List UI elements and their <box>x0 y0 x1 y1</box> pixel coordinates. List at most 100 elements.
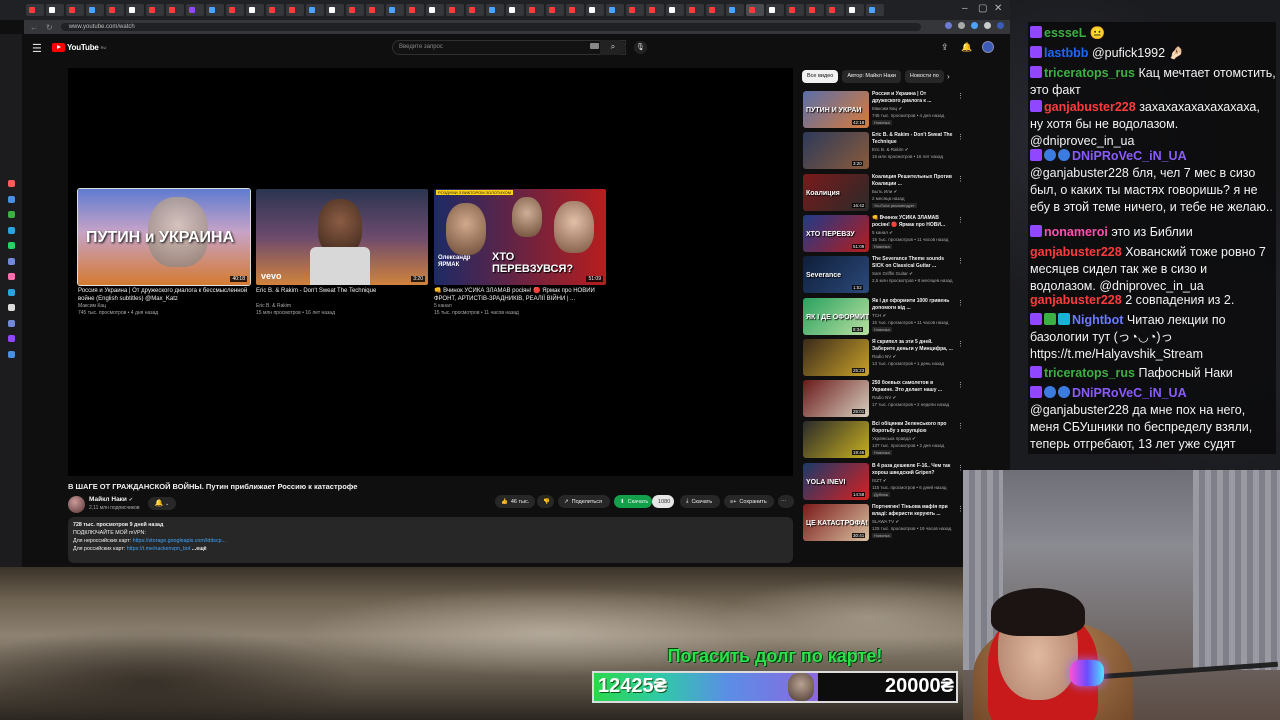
browser-tab[interactable] <box>146 4 164 16</box>
browser-tab[interactable] <box>626 4 644 16</box>
channel-avatar[interactable] <box>68 496 85 513</box>
more-options-icon[interactable]: ⋮ <box>957 175 964 183</box>
related-video-item[interactable]: 3:20 Eric B. & Rakim - Don't Sweat The Te… <box>803 132 965 172</box>
related-title[interactable]: Всі обіцянки Зеленського про боротьбу з … <box>872 421 954 435</box>
download-quality-button[interactable]: 1080 <box>652 495 674 508</box>
chip-author[interactable]: Автор: Майкл Наки <box>842 70 901 83</box>
extension-icon[interactable] <box>958 22 965 29</box>
related-title[interactable]: Коалиция Решительных Против Коалиции ... <box>872 174 954 188</box>
chat-username[interactable]: ganjabuster228 <box>1030 293 1122 307</box>
menu-icon[interactable]: ☰ <box>32 42 42 55</box>
chat-username[interactable]: lastbbb <box>1044 46 1088 60</box>
endscreen-thumbnail[interactable]: РОЗДУМИ З ВИКТОРОМ ЗОЛОТИХОМ Олександр Я… <box>434 189 606 285</box>
browser-tab[interactable] <box>426 4 444 16</box>
related-channel[interactable]: ISZT ✔ <box>872 478 962 484</box>
browser-tab[interactable] <box>26 4 44 16</box>
browser-tab[interactable] <box>786 4 804 16</box>
browser-tab[interactable] <box>506 4 524 16</box>
dock-app-icon[interactable] <box>8 226 15 234</box>
related-video-item[interactable]: ПУТИН И УКРАИ 42:18 Россия и Украина | От … <box>803 91 965 131</box>
dock-app-icon[interactable] <box>8 273 15 280</box>
browser-tab[interactable] <box>346 4 364 16</box>
dock-app-icon[interactable] <box>8 257 15 265</box>
endscreen-title[interactable]: 👊 Вчинок УСИКА ЗЛАМАВ росіян! 🔴 Ярмак пр… <box>434 287 606 303</box>
related-title[interactable]: Портнягин! Тіньова мафія при владі: афер… <box>872 504 954 518</box>
profile-icon[interactable] <box>997 22 1004 29</box>
related-video-item[interactable]: ЯК І ДЕ ОФОРМИТИ 1000 ГРИВЕНЬ 8:34 Як і де… <box>803 297 965 338</box>
browser-tab[interactable] <box>186 4 204 16</box>
download-button[interactable]: ⤓ Скачать <box>680 495 720 508</box>
browser-tab[interactable] <box>206 4 224 16</box>
youtube-logo[interactable]: YouTube RU <box>52 43 106 52</box>
more-options-icon[interactable]: ⋮ <box>957 216 964 224</box>
account-avatar[interactable] <box>982 41 994 53</box>
voice-search-button[interactable]: 🎙 <box>634 41 647 54</box>
chat-username[interactable]: triceratops_rus <box>1044 366 1135 380</box>
related-video-item[interactable]: ХТО ПЕРЕВЗУ 51:09 👊 Вчинок УСИКА ЗЛАМАВ ро… <box>803 214 965 255</box>
dock-app-icon[interactable] <box>8 350 15 358</box>
browser-tab[interactable] <box>366 4 384 16</box>
description-box[interactable]: 728 тыс. просмотров 9 дней назад ПОДКЛЮЧ… <box>68 517 793 563</box>
endscreen-title[interactable]: Россия и Украина | От дружеского диалога… <box>78 287 250 303</box>
browser-tab[interactable] <box>586 4 604 16</box>
chat-username[interactable]: triceratops_rus <box>1044 66 1135 80</box>
upload-icon[interactable]: ⇪ <box>941 42 949 53</box>
browser-tab[interactable] <box>466 4 484 16</box>
related-video-item[interactable]: ЦЕ КАТАСТРОФА! 30:41 Портнягин! Тіньова ма… <box>803 504 965 544</box>
chat-username[interactable]: DNiPRoVeC_iN_UA <box>1072 149 1187 163</box>
related-video-item[interactable]: Коалиция 16:42 Коалиция Решительных Против… <box>803 173 965 214</box>
chat-username[interactable]: Nightbot <box>1072 313 1123 327</box>
browser-tab[interactable] <box>266 4 284 16</box>
chat-username[interactable]: ganjabuster228 <box>1044 100 1136 114</box>
browser-tab[interactable] <box>646 4 664 16</box>
browser-tab[interactable] <box>606 4 624 16</box>
minimize-icon[interactable]: – <box>962 3 968 14</box>
dock-app-icon[interactable] <box>8 335 15 342</box>
url-field[interactable]: www.youtube.com/watch <box>60 23 921 31</box>
related-title[interactable]: 👊 Вчинок УСИКА ЗЛАМАВ росіян! 🔴 Ярмак пр… <box>872 215 954 229</box>
more-options-icon[interactable]: ⋮ <box>957 381 964 389</box>
more-options-icon[interactable]: ⋮ <box>957 133 964 141</box>
related-channel[interactable]: Radio NV ✔ <box>872 395 962 401</box>
more-options-icon[interactable]: ⋮ <box>957 340 964 348</box>
browser-tab[interactable] <box>86 4 104 16</box>
extension-icon[interactable] <box>984 22 991 29</box>
endscreen-video-3[interactable]: РОЗДУМИ З ВИКТОРОМ ЗОЛОТИХОМ Олександр Я… <box>434 189 606 317</box>
chat-username[interactable]: DNiPRoVeC_iN_UA <box>1072 386 1187 400</box>
browser-tab[interactable] <box>766 4 784 16</box>
related-channel[interactable]: SLAWA TV ✔ <box>872 519 962 525</box>
browser-tab[interactable] <box>826 4 844 16</box>
endscreen-video-2[interactable]: vevo 3:20 Eric B. & Rakim - Don't Sweat … <box>256 189 428 317</box>
notifications-icon[interactable]: 🔔 <box>961 42 972 53</box>
download-button-green[interactable]: ⬇ Скачать <box>614 495 652 508</box>
related-title[interactable]: Як і де оформити 1000 гривень допомоги в… <box>872 298 954 312</box>
browser-tab[interactable] <box>226 4 244 16</box>
browser-tab[interactable] <box>546 4 564 16</box>
browser-tab[interactable] <box>406 4 424 16</box>
dock-app-icon[interactable] <box>8 242 15 249</box>
related-video-item[interactable]: YOLA INEVI 14:58 В 4 раза дешевле F-16.. Ч… <box>803 462 965 503</box>
related-title[interactable]: 250 боевых самолетов в Украине. Это дела… <box>872 380 954 394</box>
browser-tab[interactable] <box>306 4 324 16</box>
dock-app-icon[interactable] <box>8 180 15 187</box>
browser-tab[interactable] <box>866 4 884 16</box>
more-options-icon[interactable]: ⋮ <box>957 92 964 100</box>
related-video-item[interactable]: 25:01 250 боевых самолетов в Украине. Это… <box>803 380 965 420</box>
browser-tab[interactable] <box>746 4 764 16</box>
related-channel[interactable]: ТСН ✔ <box>872 313 962 319</box>
save-button[interactable]: ≡+ Сохранить <box>724 495 774 508</box>
description-link[interactable]: https://t.me/nackenvpn_bot <box>127 546 191 552</box>
chip-news[interactable]: Новости по <box>904 70 944 83</box>
related-channel[interactable]: 5 канал ✔ <box>872 230 962 236</box>
related-channel[interactable]: Українська правда ✔ <box>872 436 962 442</box>
related-title[interactable]: Я скрипел за эти 5 дней. Заберите деньги… <box>872 339 954 353</box>
description-link[interactable]: https://storage.googleapis.com/lddscp... <box>133 538 226 544</box>
extension-icon[interactable] <box>971 22 978 29</box>
video-player[interactable]: ПУТИН и УКРАИНА 40:18 Россия и Украина |… <box>68 68 793 476</box>
endscreen-title[interactable]: Eric B. & Rakim - Don't Sweat The Techni… <box>256 287 428 303</box>
browser-tab[interactable] <box>46 4 64 16</box>
dock-app-icon[interactable] <box>8 195 15 203</box>
endscreen-thumbnail[interactable]: vevo 3:20 <box>256 189 428 285</box>
chat-username[interactable]: nonameroi <box>1044 225 1108 239</box>
related-channel[interactable]: Sam Griffin Guitar ✔ <box>872 271 962 277</box>
